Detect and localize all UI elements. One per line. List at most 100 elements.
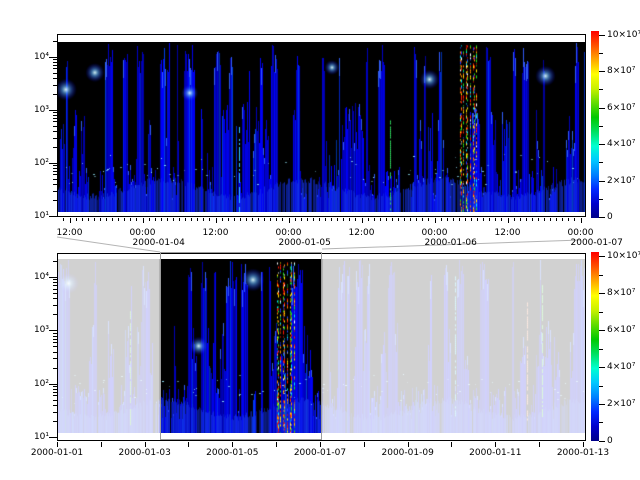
detail-x-major-tick bbox=[216, 218, 217, 223]
detail-y-minor-tick bbox=[53, 168, 57, 169]
detail-y-tick-label: 10⁴ bbox=[7, 52, 49, 62]
detail-x-minor-tick bbox=[100, 218, 101, 221]
detail-colorbar-minor-tick bbox=[599, 126, 603, 127]
detail-y-minor-tick bbox=[53, 147, 57, 148]
detail-x-time-label: 12:00 bbox=[45, 228, 95, 238]
detail-y-minor-tick bbox=[53, 138, 57, 139]
context-y-minor-tick bbox=[53, 392, 57, 393]
detail-x-minor-tick bbox=[228, 218, 229, 221]
detail-y-minor-tick bbox=[53, 131, 57, 132]
context-y-minor-tick bbox=[53, 342, 57, 343]
detail-colorbar-major-tick bbox=[599, 144, 605, 145]
detail-y-minor-tick bbox=[53, 78, 57, 79]
detail-x-minor-tick bbox=[118, 218, 119, 221]
detail-x-minor-tick bbox=[94, 218, 95, 221]
detail-x-minor-tick bbox=[234, 218, 235, 221]
detail-y-minor-tick bbox=[53, 94, 57, 95]
detail-x-minor-tick bbox=[295, 218, 296, 221]
detail-x-minor-tick bbox=[453, 218, 454, 221]
context-y-minor-tick bbox=[53, 389, 57, 390]
spectrogram-viewer-window: 10⁴10³10²10¹10⁴10³10²10¹12:0000:0012:000… bbox=[0, 0, 640, 480]
detail-y-major-tick bbox=[49, 163, 57, 164]
detail-x-minor-tick bbox=[501, 218, 502, 221]
context-colorbar-tick-label: 6×10⁷ bbox=[607, 325, 640, 335]
detail-y-minor-tick bbox=[53, 184, 57, 185]
detail-x-minor-tick bbox=[191, 218, 192, 221]
time-range-selection-box[interactable] bbox=[160, 252, 322, 440]
detail-x-minor-tick bbox=[179, 218, 180, 221]
context-y-major-tick bbox=[49, 330, 57, 331]
context-x-tick bbox=[451, 442, 452, 447]
detail-x-time-label: 12:00 bbox=[483, 228, 533, 238]
context-x-date-label: 2000-01-01 bbox=[26, 448, 88, 458]
detail-x-minor-tick bbox=[63, 218, 64, 221]
context-y-minor-tick bbox=[53, 314, 57, 315]
detail-colorbar-tick-label: 2×10⁷ bbox=[607, 176, 640, 186]
detail-x-minor-tick bbox=[495, 218, 496, 221]
detail-y-minor-tick bbox=[53, 115, 57, 116]
detail-x-minor-tick bbox=[149, 218, 150, 221]
context-colorbar-major-tick bbox=[599, 293, 605, 294]
context-y-minor-tick bbox=[53, 368, 57, 369]
detail-x-minor-tick bbox=[428, 218, 429, 221]
context-x-tick bbox=[408, 442, 409, 447]
detail-x-minor-tick bbox=[410, 218, 411, 221]
context-y-minor-tick bbox=[53, 333, 57, 334]
context-colorbar-tick-label: 0 bbox=[607, 436, 640, 446]
detail-x-minor-tick bbox=[240, 218, 241, 221]
detail-y-tick-label: 10³ bbox=[7, 105, 49, 115]
detail-x-minor-tick bbox=[130, 218, 131, 221]
detail-x-minor-tick bbox=[313, 218, 314, 221]
context-y-tick-label: 10¹ bbox=[7, 432, 49, 442]
detail-colorbar-tick-label: 8×10⁷ bbox=[607, 66, 640, 76]
context-x-tick bbox=[320, 442, 321, 447]
detail-colorbar-minor-tick bbox=[599, 162, 603, 163]
detail-x-minor-tick bbox=[422, 218, 423, 221]
detail-colorbar-tick-label: 4×10⁷ bbox=[607, 139, 640, 149]
detail-y-minor-tick bbox=[53, 126, 57, 127]
context-y-minor-tick bbox=[53, 400, 57, 401]
detail-colorbar-minor-tick bbox=[599, 89, 603, 90]
detail-x-minor-tick bbox=[76, 218, 77, 221]
detail-x-minor-tick bbox=[532, 218, 533, 221]
context-x-date-label: 2000-01-03 bbox=[114, 448, 176, 458]
detail-y-minor-tick bbox=[53, 200, 57, 201]
detail-y-minor-tick bbox=[53, 191, 57, 192]
detail-x-major-tick bbox=[289, 218, 290, 223]
detail-x-minor-tick bbox=[392, 218, 393, 221]
detail-x-minor-tick bbox=[82, 218, 83, 221]
detail-x-minor-tick bbox=[343, 218, 344, 221]
detail-x-minor-tick bbox=[270, 218, 271, 221]
detail-x-minor-tick bbox=[167, 218, 168, 221]
detail-x-time-label: 00:00 bbox=[264, 228, 314, 238]
context-x-tick bbox=[583, 442, 584, 447]
detail-y-minor-tick bbox=[53, 68, 57, 69]
detail-y-minor-tick bbox=[53, 165, 57, 166]
context-y-major-tick bbox=[49, 437, 57, 438]
context-colorbar-minor-tick bbox=[599, 422, 603, 423]
detail-x-minor-tick bbox=[526, 218, 527, 221]
context-y-minor-tick bbox=[53, 421, 57, 422]
detail-x-time-label: 00:00 bbox=[556, 228, 606, 238]
detail-x-time-label: 00:00 bbox=[410, 228, 460, 238]
detail-x-minor-tick bbox=[331, 218, 332, 221]
context-y-minor-tick bbox=[53, 346, 57, 347]
context-colorbar-minor-tick bbox=[599, 349, 603, 350]
detail-y-minor-tick bbox=[53, 171, 57, 172]
context-colorbar-minor-tick bbox=[599, 275, 603, 276]
detail-x-minor-tick bbox=[337, 218, 338, 221]
detail-x-minor-tick bbox=[447, 218, 448, 221]
detail-y-minor-tick bbox=[53, 85, 57, 86]
detail-colorbar-tick-label: 0 bbox=[607, 212, 640, 222]
detail-x-minor-tick bbox=[556, 218, 557, 221]
context-y-major-tick bbox=[49, 384, 57, 385]
detail-x-minor-tick bbox=[106, 218, 107, 221]
detail-x-minor-tick bbox=[477, 218, 478, 221]
context-x-tick bbox=[364, 442, 365, 447]
context-y-minor-tick bbox=[53, 305, 57, 306]
detail-x-time-label: 12:00 bbox=[191, 228, 241, 238]
detail-x-minor-tick bbox=[380, 218, 381, 221]
detail-x-minor-tick bbox=[185, 218, 186, 221]
detail-x-minor-tick bbox=[368, 218, 369, 221]
context-y-major-tick bbox=[49, 277, 57, 278]
